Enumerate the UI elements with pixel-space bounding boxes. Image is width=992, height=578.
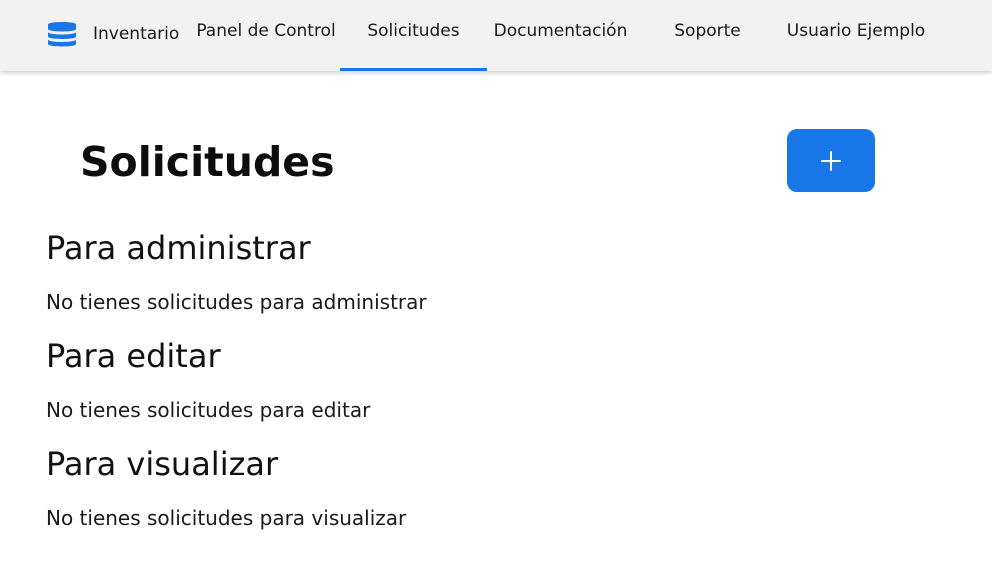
nav-item-documentacion[interactable]: Documentación: [487, 0, 634, 71]
nav-item-label: Solicitudes: [367, 21, 460, 41]
section-heading: Para administrar: [46, 229, 311, 267]
nav-item-panel-de-control[interactable]: Panel de Control: [186, 0, 346, 71]
section-heading: Para editar: [46, 337, 221, 375]
plus-icon: [820, 150, 842, 172]
nav-item-label: Panel de Control: [196, 20, 336, 41]
top-navbar: Inventario Panel de Control Solicitudes …: [0, 0, 992, 71]
nav-item-soporte[interactable]: Soporte: [645, 0, 770, 71]
nav-item-solicitudes[interactable]: Solicitudes: [340, 0, 487, 71]
nav-item-label: Usuario Ejemplo: [786, 20, 926, 41]
empty-state-message: No tienes solicitudes para visualizar: [46, 506, 407, 530]
page-title: Solicitudes: [80, 138, 335, 186]
nav-item-usuario[interactable]: Usuario Ejemplo: [776, 0, 936, 71]
brand-link[interactable]: Inventario: [46, 20, 179, 48]
add-request-button[interactable]: [787, 129, 875, 192]
brand-label: Inventario: [93, 24, 180, 44]
section-heading: Para visualizar: [46, 445, 279, 483]
database-icon: [46, 20, 78, 48]
empty-state-message: No tienes solicitudes para editar: [46, 398, 371, 422]
empty-state-message: No tienes solicitudes para administrar: [46, 290, 427, 314]
nav-item-label: Soporte: [674, 20, 741, 41]
nav-item-label: Documentación: [493, 20, 628, 41]
